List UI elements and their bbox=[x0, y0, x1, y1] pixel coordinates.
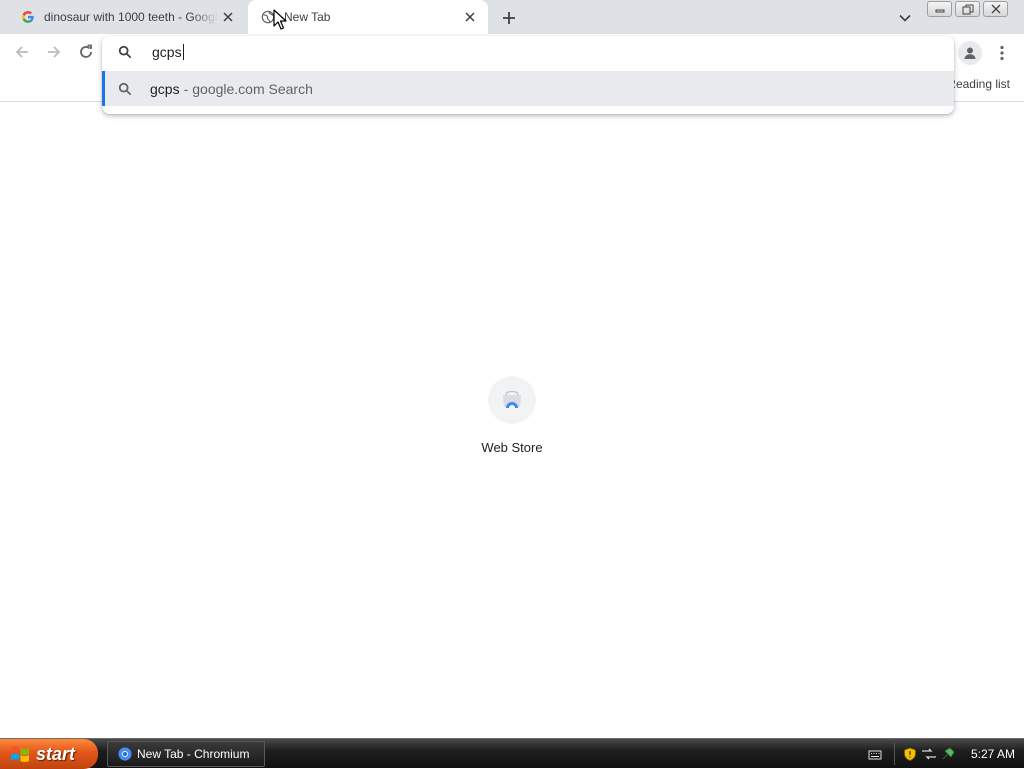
window-controls bbox=[927, 1, 1008, 17]
taskbar-item-label: New Tab - Chromium bbox=[137, 747, 250, 761]
omnibox[interactable]: gcps bbox=[102, 36, 954, 68]
profile-button[interactable] bbox=[958, 41, 982, 65]
start-button[interactable]: start bbox=[0, 739, 98, 769]
reload-button[interactable] bbox=[74, 40, 98, 64]
chevron-down-icon bbox=[899, 14, 911, 22]
restore-button[interactable] bbox=[955, 1, 980, 17]
close-icon bbox=[991, 4, 1000, 14]
shortcut-label: Web Store bbox=[481, 440, 543, 455]
person-icon bbox=[964, 47, 976, 59]
shortcut-web-store[interactable]: Web Store bbox=[472, 376, 552, 455]
new-tab-button[interactable] bbox=[498, 7, 520, 29]
search-icon bbox=[118, 82, 132, 95]
web-store-icon bbox=[488, 376, 536, 424]
security-shield-icon[interactable] bbox=[903, 747, 917, 761]
minimize-icon bbox=[935, 9, 944, 13]
tab-search-button[interactable] bbox=[895, 8, 915, 28]
google-icon bbox=[20, 9, 36, 25]
network-icon[interactable] bbox=[921, 747, 937, 761]
omnibox-value: gcps bbox=[152, 44, 182, 60]
tab-strip: dinosaur with 1000 teeth - Google Search… bbox=[0, 0, 1024, 34]
tray-divider bbox=[894, 743, 895, 765]
restore-icon bbox=[962, 4, 973, 14]
close-window-button[interactable] bbox=[983, 1, 1008, 17]
arrow-left-icon bbox=[15, 46, 28, 58]
clock: 5:27 AM bbox=[971, 747, 1016, 761]
close-icon[interactable] bbox=[218, 7, 238, 27]
windows-flag-icon bbox=[11, 746, 29, 763]
omnibox-popup: gcps gcps - google.com Search bbox=[102, 36, 954, 114]
taskbar-item-chromium[interactable]: New Tab - Chromium bbox=[107, 741, 265, 767]
tab-dinosaur-search[interactable]: dinosaur with 1000 teeth - Google Search bbox=[8, 0, 246, 34]
keyboard-icon[interactable] bbox=[868, 748, 882, 760]
text-caret bbox=[182, 44, 184, 60]
suggestion-query: gcps bbox=[150, 80, 180, 97]
omnibox-suggestion[interactable]: gcps - google.com Search bbox=[102, 71, 954, 106]
search-icon bbox=[118, 45, 132, 59]
suggestion-separator: - bbox=[183, 80, 189, 97]
start-label: start bbox=[36, 743, 76, 764]
plus-icon bbox=[503, 12, 515, 24]
tab-title: dinosaur with 1000 teeth - Google Search bbox=[44, 10, 218, 24]
system-tray: 5:27 AM bbox=[864, 739, 1024, 769]
menu-button[interactable] bbox=[992, 41, 1012, 65]
suggestion-description: google.com Search bbox=[192, 80, 313, 97]
back-button[interactable] bbox=[10, 40, 34, 64]
taskbar: start New Tab - Chromium 5:27 AM bbox=[0, 738, 1024, 769]
forward-button[interactable] bbox=[42, 40, 66, 64]
mouse-cursor-icon bbox=[273, 9, 287, 30]
close-icon[interactable] bbox=[460, 7, 480, 27]
more-vert-icon bbox=[1000, 45, 1004, 61]
tray-icons bbox=[903, 747, 955, 761]
omnibox-input[interactable]: gcps bbox=[152, 44, 184, 60]
reading-list-button[interactable]: Reading list bbox=[947, 77, 1010, 91]
chromium-icon bbox=[118, 747, 132, 761]
safely-remove-hardware-icon[interactable] bbox=[941, 747, 955, 761]
reload-icon bbox=[80, 44, 92, 58]
tab-title: New Tab bbox=[284, 10, 331, 24]
minimize-button[interactable] bbox=[927, 1, 952, 17]
arrow-right-icon bbox=[48, 46, 61, 58]
